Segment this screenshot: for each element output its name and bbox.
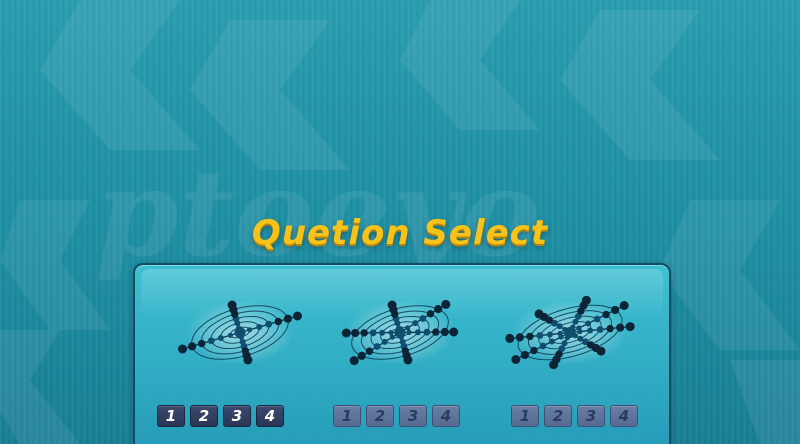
web-node — [198, 339, 206, 348]
web-node — [539, 342, 547, 350]
web-node — [581, 295, 591, 305]
web-node — [587, 327, 594, 334]
level-button-4[interactable]: 4 — [432, 405, 460, 427]
web-node — [351, 328, 360, 338]
web-node — [441, 299, 451, 309]
web-button-4-spokes[interactable] — [175, 282, 305, 387]
web-node — [360, 329, 368, 337]
web-node — [403, 355, 413, 365]
web-node — [546, 331, 553, 338]
web-node — [530, 346, 538, 355]
web-node — [283, 314, 292, 323]
web-node — [432, 328, 440, 336]
web-node — [357, 351, 366, 360]
web-node — [349, 356, 359, 366]
web-node — [596, 326, 604, 333]
web-node — [536, 332, 544, 339]
web-node — [387, 300, 397, 310]
level-button-3[interactable]: 3 — [399, 405, 427, 427]
web-node — [188, 342, 197, 351]
web-3-group — [505, 295, 635, 370]
level-button-1[interactable]: 1 — [511, 405, 539, 427]
level-button-2[interactable]: 2 — [366, 405, 394, 427]
web-node — [419, 315, 427, 322]
web-8-spokes-icon — [505, 295, 635, 370]
web-node — [585, 320, 592, 327]
web-4-spokes-icon — [178, 300, 302, 365]
web-node — [256, 324, 263, 330]
level-button-4[interactable]: 4 — [256, 405, 284, 427]
web-node — [406, 329, 412, 335]
web-node — [440, 327, 449, 337]
level-button-1[interactable]: 1 — [333, 405, 361, 427]
web-node — [548, 338, 555, 345]
page-title: Quetion Select — [251, 213, 549, 253]
web-node — [207, 337, 215, 345]
web-node — [243, 355, 253, 365]
web-node — [414, 329, 421, 336]
level-button-1[interactable]: 1 — [157, 405, 185, 427]
level-button-3[interactable]: 3 — [223, 405, 251, 427]
web-node — [526, 332, 534, 341]
web-center-node — [564, 327, 576, 338]
web-node — [616, 323, 625, 332]
web-center-node — [234, 327, 246, 338]
web-node — [178, 344, 187, 354]
web-node — [379, 329, 386, 336]
web-node — [426, 310, 435, 318]
web-node — [373, 343, 381, 350]
level-button-2[interactable]: 2 — [544, 405, 572, 427]
web-node — [365, 347, 374, 355]
web-button-8-spokes[interactable] — [500, 282, 640, 387]
web-center-node — [394, 327, 406, 338]
web-node — [369, 329, 377, 337]
web-node — [412, 320, 419, 327]
web-node — [449, 327, 459, 337]
web-node — [247, 327, 253, 333]
web-node — [341, 328, 351, 338]
web-node — [217, 335, 224, 341]
level-group-2: 1 2 3 4 — [333, 405, 460, 427]
web-node — [515, 333, 524, 342]
web-node — [274, 317, 282, 326]
web-node — [596, 346, 606, 356]
web-node — [602, 310, 610, 319]
web-node — [606, 324, 614, 333]
level-button-4[interactable]: 4 — [610, 405, 638, 427]
level-button-2[interactable]: 2 — [190, 405, 218, 427]
web-node — [434, 305, 443, 314]
web-node — [534, 309, 544, 319]
level-group-3: 1 2 3 4 — [511, 405, 638, 427]
web-6-spokes-icon — [341, 299, 459, 366]
web-node — [611, 305, 620, 315]
web-node — [625, 322, 635, 332]
web-node — [520, 350, 529, 360]
web-node — [405, 325, 411, 331]
level-button-3[interactable]: 3 — [577, 405, 605, 427]
web-node — [557, 330, 563, 337]
web-node — [549, 360, 559, 370]
web-1-group — [178, 300, 302, 365]
web-node — [265, 320, 273, 328]
level-group-1: 1 2 3 4 — [157, 405, 284, 427]
web-node — [293, 311, 302, 321]
web-node — [227, 300, 237, 310]
web-node — [619, 301, 629, 310]
web-node — [505, 333, 515, 343]
web-node — [593, 315, 601, 323]
web-node — [423, 328, 431, 336]
web-node — [389, 334, 395, 340]
web-2-group — [341, 299, 459, 366]
web-button-6-spokes[interactable] — [335, 282, 465, 387]
web-node — [511, 355, 521, 364]
web-node — [388, 330, 394, 336]
web-node — [576, 325, 582, 331]
web-node — [381, 338, 388, 345]
web-node — [227, 332, 233, 338]
